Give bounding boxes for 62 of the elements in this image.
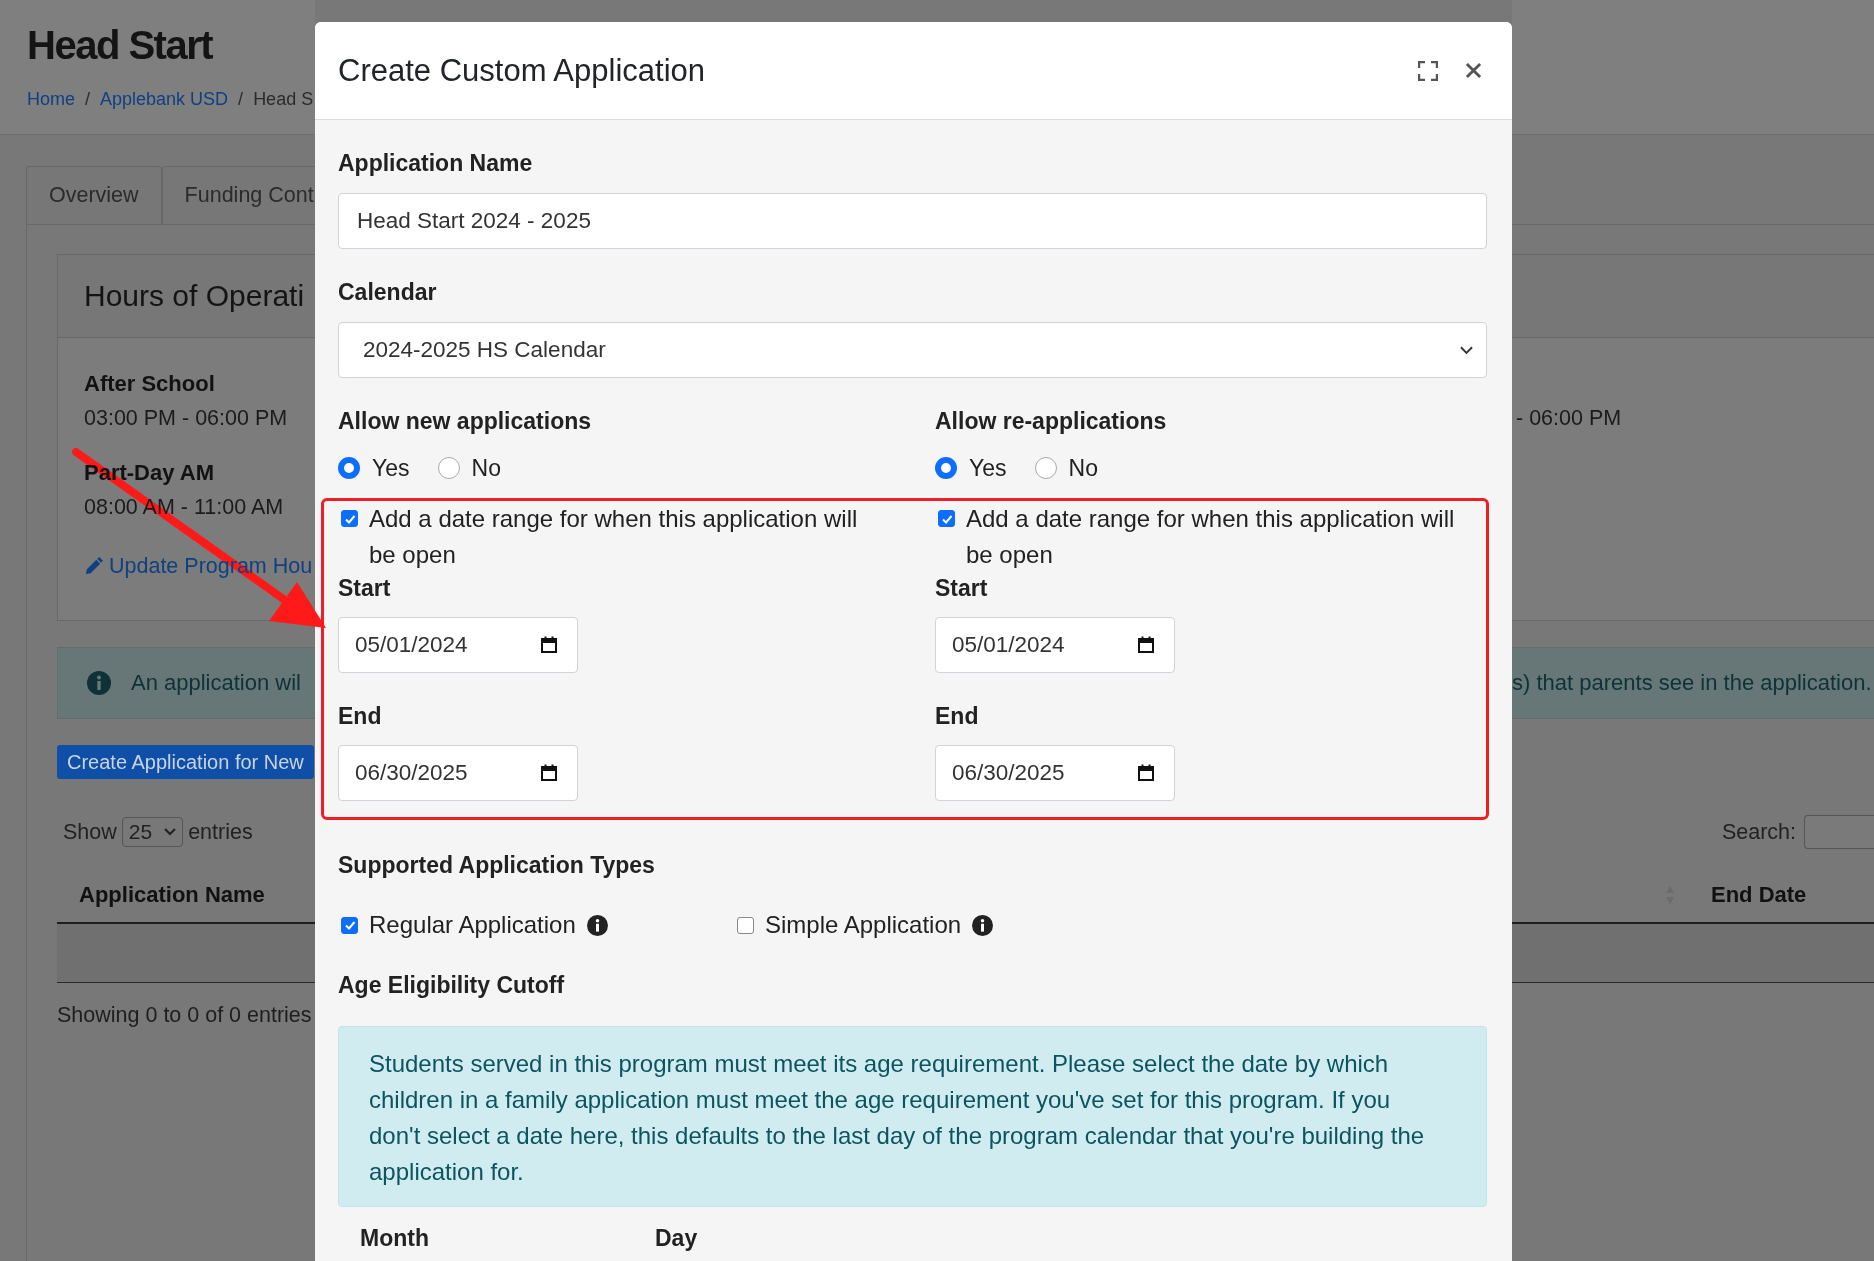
radio-label[interactable]: No bbox=[1068, 454, 1098, 482]
expand-icon[interactable] bbox=[1418, 60, 1438, 81]
field-label: Allow new applications bbox=[338, 407, 593, 436]
date-field[interactable]: 05/01/2024 bbox=[935, 617, 1175, 673]
radio-button[interactable] bbox=[338, 457, 360, 479]
schedule-time: - 06:00 PM bbox=[1516, 406, 1622, 430]
modal-title: Create Custom Application bbox=[338, 52, 706, 89]
pencil-icon bbox=[84, 557, 103, 576]
schedule-name: After School bbox=[84, 371, 215, 396]
column-header[interactable]: End Date bbox=[1711, 882, 1807, 908]
field-label: End bbox=[935, 702, 980, 731]
radio-button[interactable] bbox=[935, 457, 957, 479]
calendar-icon[interactable] bbox=[540, 636, 558, 654]
schedule-time: 03:00 PM - 06:00 PM bbox=[84, 406, 288, 430]
column-header[interactable]: Application Name bbox=[79, 882, 265, 908]
entries-label: entries bbox=[188, 819, 253, 845]
field-label: Month bbox=[360, 1224, 430, 1253]
field-label: Age Eligibility Cutoff bbox=[338, 971, 566, 1000]
alert-text: s) that parents see in the application. bbox=[1512, 670, 1872, 696]
field-label: Calendar bbox=[338, 278, 438, 307]
calendar-icon[interactable] bbox=[1137, 636, 1155, 654]
application-name-field[interactable]: Head Start 2024 - 2025 bbox=[338, 193, 1487, 249]
checkbox-label[interactable]: Add a date range for when this application will be open bbox=[369, 501, 874, 573]
radio-label[interactable]: No bbox=[471, 454, 501, 482]
field-label: Application Name bbox=[338, 149, 534, 178]
calendar-select[interactable]: 2024-2025 HS Calendar bbox=[338, 322, 1487, 378]
radio-button[interactable] bbox=[1034, 457, 1057, 479]
info-icon[interactable] bbox=[972, 914, 994, 936]
date-field[interactable]: 06/30/2025 bbox=[935, 745, 1175, 801]
field-label: Start bbox=[935, 574, 989, 603]
info-icon[interactable] bbox=[586, 914, 608, 936]
alert-text: An application wil bbox=[131, 670, 301, 696]
info-icon bbox=[87, 671, 111, 695]
breadcrumb-separator: / bbox=[85, 88, 91, 111]
breadcrumb-separator: / bbox=[238, 88, 244, 111]
field-label: Start bbox=[338, 574, 392, 603]
page-title: Head Start bbox=[26, 22, 214, 69]
calendar-icon[interactable] bbox=[1137, 764, 1155, 782]
checkbox-label[interactable]: Simple Application bbox=[765, 910, 962, 940]
date-field[interactable]: 05/01/2024 bbox=[338, 617, 578, 673]
radio-label[interactable]: Yes bbox=[372, 454, 410, 482]
field-label: Allow re-applications bbox=[935, 407, 1168, 436]
radio-label[interactable]: Yes bbox=[969, 454, 1007, 482]
card-title: Hours of Operati bbox=[84, 279, 305, 313]
caret-icon[interactable] bbox=[1460, 345, 1473, 355]
page-size-select[interactable]: 25 bbox=[121, 817, 184, 847]
field-label: Supported Application Types bbox=[338, 851, 656, 880]
checkbox[interactable] bbox=[737, 916, 754, 934]
search-label: Search: bbox=[1721, 819, 1796, 845]
info-message: Students served in this program must meet its age requirement. Please select the date by which children in a family application must meet the age requirement you've set for this program. If you don't select a date here, this defaults to the last day of the program calendar that you're building the application for. bbox=[338, 1026, 1487, 1207]
table-info: Showing 0 to 0 of 0 entries bbox=[57, 1002, 313, 1029]
search-field[interactable] bbox=[1804, 815, 1874, 849]
calendar-icon[interactable] bbox=[540, 764, 558, 782]
field-label: Day bbox=[655, 1224, 699, 1253]
date-field[interactable]: 06/30/2025 bbox=[338, 745, 578, 801]
checkbox-label[interactable]: Add a date range for when this application will be open bbox=[966, 501, 1471, 573]
close-icon[interactable] bbox=[1465, 62, 1482, 79]
create-application-button[interactable]: Create Application for New bbox=[57, 745, 314, 779]
checkbox-label[interactable]: Regular Application bbox=[369, 910, 576, 940]
radio-button[interactable] bbox=[437, 457, 460, 479]
field-label: End bbox=[338, 702, 383, 731]
show-label: Show bbox=[63, 819, 117, 845]
